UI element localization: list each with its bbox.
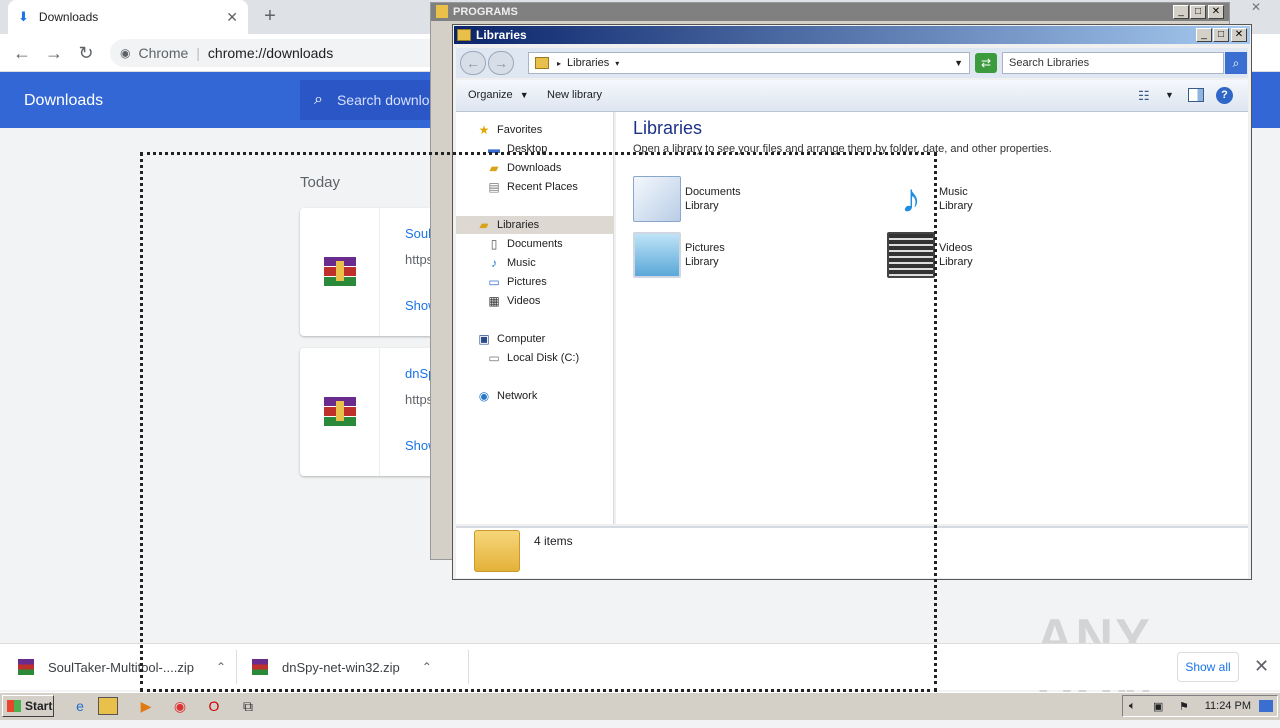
tab-close-icon[interactable]: ✕ xyxy=(226,9,238,26)
switch-windows-icon[interactable]: ⧉ xyxy=(238,697,258,715)
new-tab-button[interactable]: + xyxy=(258,4,282,28)
forward-icon[interactable]: → xyxy=(42,42,66,64)
search-libraries-input[interactable]: Search Libraries xyxy=(1002,52,1224,74)
chrome-icon[interactable]: ◉ xyxy=(170,697,190,715)
chevron-right-icon: ▸ xyxy=(557,58,562,68)
clock[interactable]: 11:24 PM xyxy=(1205,700,1251,712)
back-icon[interactable]: ← xyxy=(460,51,486,75)
close-button[interactable]: ✕ xyxy=(1231,28,1247,42)
reload-icon[interactable]: ↻ xyxy=(74,42,98,64)
preview-pane-icon[interactable] xyxy=(1188,88,1204,102)
library-type: Library xyxy=(939,256,973,268)
organize-button[interactable]: Organize ▼ xyxy=(468,89,529,101)
minimize-button[interactable]: _ xyxy=(1173,5,1189,19)
organize-label: Organize xyxy=(468,89,513,101)
windows-logo-icon xyxy=(7,700,21,712)
download-icon: ⬇ xyxy=(18,9,29,24)
tab-downloads[interactable]: ⬇ Downloads ✕ xyxy=(8,0,248,34)
back-icon[interactable]: ← xyxy=(10,42,34,64)
folder-icon xyxy=(436,5,448,18)
content-heading: Libraries xyxy=(633,118,703,138)
library-folder-icon xyxy=(457,29,471,41)
address-box[interactable]: ▸ Libraries ▾ ▼ xyxy=(528,52,970,74)
search-placeholder: Search downlo xyxy=(336,92,430,108)
nav-label: Favorites xyxy=(497,124,543,136)
forward-icon[interactable]: → xyxy=(488,51,514,75)
system-tray: 🔈︎ ▣ ⚑ 11:24 PM xyxy=(1122,695,1278,717)
explorer-icon[interactable] xyxy=(98,697,118,715)
programs-title[interactable]: PROGRAMS xyxy=(431,3,1229,21)
help-icon[interactable]: ? xyxy=(1216,87,1233,104)
address-text: Libraries xyxy=(567,57,610,69)
refresh-icon[interactable]: ⇄ xyxy=(975,53,997,73)
selection-rectangle xyxy=(140,152,937,692)
flag-icon[interactable]: ⚑ xyxy=(1179,700,1189,713)
minimize-button[interactable]: _ xyxy=(1196,28,1212,42)
maximize-button[interactable]: □ xyxy=(1213,28,1229,42)
site-info-icon: ◉ xyxy=(120,46,131,60)
media-player-icon[interactable]: ▶ xyxy=(136,697,156,715)
start-label: Start xyxy=(25,699,53,713)
omnibox-site: Chrome xyxy=(138,45,189,61)
omnibox-url: chrome://downloads xyxy=(207,45,334,61)
taskbar xyxy=(0,692,1280,720)
ie-icon[interactable]: e xyxy=(70,697,90,715)
network-tray-icon[interactable]: ▣ xyxy=(1153,700,1163,713)
star-icon: ★ xyxy=(478,123,490,137)
view-options-icon[interactable]: ☷ xyxy=(1138,88,1150,104)
winrar-icon xyxy=(18,659,34,675)
search-icon[interactable]: ⌕ xyxy=(1225,52,1247,74)
library-name: Videos xyxy=(939,242,973,254)
libraries-title[interactable]: Libraries xyxy=(454,26,1250,44)
maximize-button[interactable]: □ xyxy=(1190,5,1206,19)
new-library-button[interactable]: New library xyxy=(547,89,602,101)
close-button[interactable]: ✕ xyxy=(1208,5,1224,19)
chevron-down-icon: ▼ xyxy=(519,90,529,100)
start-button[interactable]: Start xyxy=(2,695,54,717)
page-title: Downloads xyxy=(24,92,104,109)
tab-title: Downloads xyxy=(38,10,99,24)
opera-icon[interactable]: O xyxy=(204,697,224,715)
library-name: Music xyxy=(939,186,968,198)
search-icon: ⌕ xyxy=(314,91,323,108)
chevron-down-icon[interactable]: ▾ xyxy=(615,59,619,68)
nav-favorites[interactable]: ★ Favorites xyxy=(456,121,614,139)
library-type: Library xyxy=(939,200,973,212)
library-folder-icon xyxy=(535,57,549,69)
chevron-down-icon[interactable]: ▼ xyxy=(1165,90,1174,100)
address-dropdown-icon[interactable]: ▼ xyxy=(954,58,963,68)
desktop-icon[interactable] xyxy=(1259,700,1273,712)
close-icon[interactable]: ✕ xyxy=(1240,0,1272,16)
volume-icon[interactable]: 🔈︎ xyxy=(1129,700,1136,713)
close-icon[interactable]: ✕ xyxy=(1254,656,1269,677)
omnibox-separator: | xyxy=(196,45,200,61)
show-all-button[interactable]: Show all xyxy=(1177,652,1239,682)
